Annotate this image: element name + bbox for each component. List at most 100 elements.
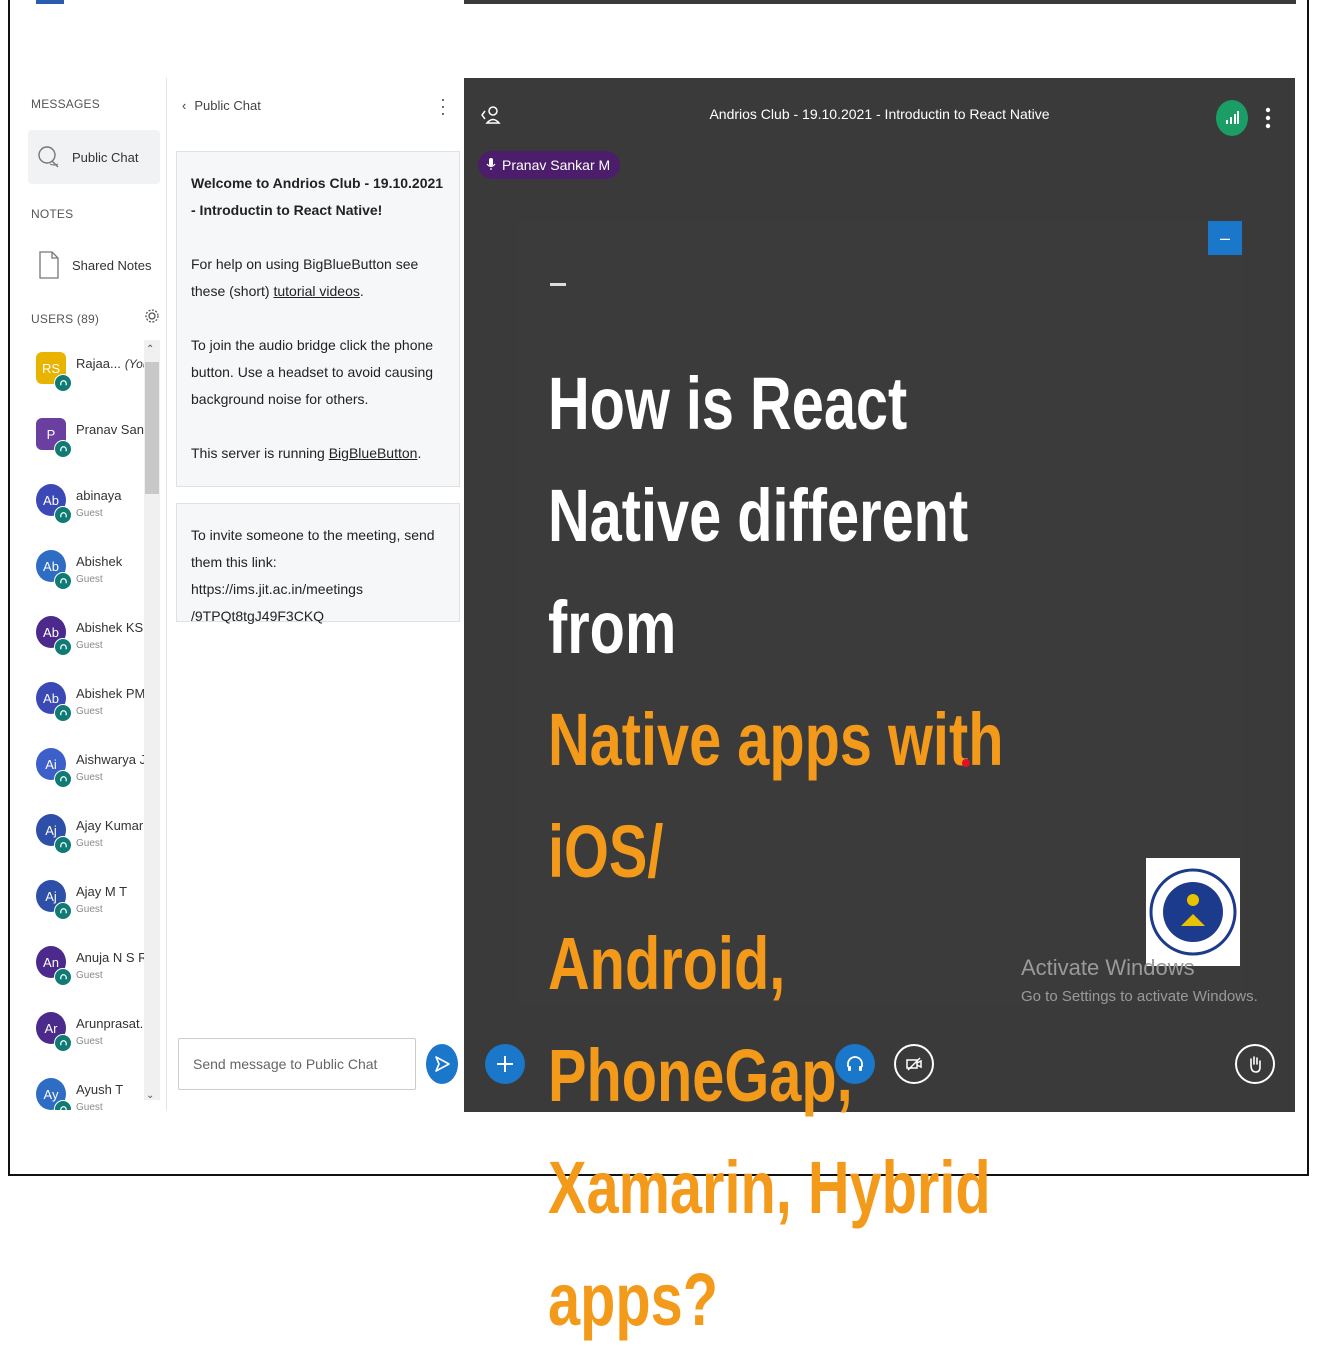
chevron-left-icon[interactable]: ‹	[182, 98, 186, 113]
user-list-item[interactable]: Ay Ayush T Guest	[26, 1066, 144, 1110]
microphone-icon	[486, 157, 496, 174]
user-role: Guest	[76, 838, 103, 849]
headphones-icon	[54, 440, 72, 458]
headphones-icon	[54, 1100, 72, 1110]
talking-indicator[interactable]: Pranav Sankar M	[478, 151, 621, 179]
avatar: Aj	[36, 814, 72, 854]
slide-line-5: Xamarin, Hybrid apps?	[548, 1146, 991, 1341]
headphones-icon	[54, 770, 72, 788]
user-role: Guest	[76, 1102, 103, 1110]
plus-icon	[497, 1056, 513, 1072]
connection-status-icon[interactable]	[1216, 100, 1248, 136]
user-list-sidebar: MESSAGES Public Chat NOTES Shared Notes …	[26, 78, 167, 1110]
headphones-icon	[54, 506, 72, 524]
chat-options-icon[interactable]: · · ·	[440, 90, 446, 122]
avatar: RS	[36, 352, 72, 392]
options-menu-icon[interactable]	[1264, 106, 1272, 135]
user-role: Guest	[76, 640, 103, 651]
avatar: Ab	[36, 550, 72, 590]
public-chat-label: Public Chat	[72, 149, 139, 165]
avatar: Ay	[36, 1078, 72, 1110]
raise-hand-button[interactable]	[1235, 1044, 1275, 1084]
server-text: This server is running BigBlueButton.	[191, 445, 422, 461]
audio-button[interactable]	[835, 1044, 875, 1084]
users-scrollbar-thumb[interactable]	[145, 362, 159, 494]
welcome-message: Welcome to Andrios Club - 19.10.2021 - I…	[176, 151, 460, 487]
user-name: Ajay M T	[76, 884, 128, 899]
headphones-icon	[54, 902, 72, 920]
user-name: Abishek PM	[76, 686, 146, 701]
chat-header[interactable]: ‹ Public Chat	[182, 98, 261, 113]
chat-icon	[36, 144, 62, 170]
talker-name: Pranav Sankar M	[502, 157, 611, 173]
user-name: abinaya	[76, 488, 122, 503]
document-icon	[36, 251, 62, 279]
avatar: Ai	[36, 748, 72, 788]
avatar: P	[36, 418, 72, 458]
user-list-item[interactable]: RS Rajaa... (You)	[26, 340, 154, 400]
institute-logo	[1146, 858, 1240, 966]
slide-line-4: Android, PhoneGap,	[548, 922, 853, 1117]
sidebar-item-shared-notes[interactable]: Shared Notes	[28, 238, 160, 292]
user-name: Abishek	[76, 554, 123, 569]
scroll-up-icon[interactable]: ⌃	[146, 344, 154, 355]
headphones-icon	[847, 1056, 863, 1071]
user-name: Rajaa... (You)	[76, 356, 154, 371]
activate-windows-title: Activate Windows	[1021, 955, 1195, 980]
avatar: Ab	[36, 616, 72, 656]
top-bar-fragment	[464, 0, 1296, 4]
user-list-item[interactable]: Ai Aishwarya J Guest	[26, 736, 146, 796]
video-button[interactable]	[894, 1044, 934, 1084]
headphones-icon	[54, 836, 72, 854]
user-list-item[interactable]: Ab Abishek KS Guest	[26, 604, 144, 664]
audio-text: To join the audio bridge click the phone…	[191, 337, 434, 407]
tutorial-videos-link[interactable]: tutorial videos	[273, 283, 359, 299]
invite-message: To invite someone to the meeting, send t…	[176, 503, 460, 624]
presentation-area: Andrios Club - 19.10.2021 - Introductin …	[464, 78, 1295, 1341]
avatar: Aj	[36, 880, 72, 920]
user-role: Guest	[76, 772, 103, 783]
headphones-icon	[54, 374, 72, 392]
app-logo-fragment	[36, 0, 64, 4]
chat-header-title: Public Chat	[194, 98, 261, 113]
users-section-title: USERS (89)	[31, 312, 100, 326]
scroll-down-icon[interactable]: ⌄	[146, 1090, 154, 1101]
avatar: An	[36, 946, 72, 986]
user-name: Anuja N S R	[76, 950, 148, 965]
sidebar-item-public-chat[interactable]: Public Chat	[28, 130, 160, 184]
headphones-icon	[54, 638, 72, 656]
user-list-item[interactable]: An Anuja N S R Guest	[26, 934, 148, 994]
user-list-item[interactable]: Ab Abishek PM Guest	[26, 670, 146, 730]
bigbluebutton-link[interactable]: BigBlueButton	[329, 445, 418, 461]
meeting-title: Andrios Club - 19.10.2021 - Introductin …	[709, 106, 1050, 122]
welcome-text: Welcome to Andrios Club - 19.10.2021 - I…	[191, 175, 444, 218]
slide-dash-mark	[550, 283, 566, 286]
user-list-item[interactable]: Ab Abishek Guest	[26, 538, 144, 598]
user-role: Guest	[76, 904, 103, 915]
gear-icon[interactable]	[144, 308, 160, 324]
user-list-item[interactable]: Aj Ajay Kumar J Guest	[26, 802, 153, 862]
user-role: Guest	[76, 970, 103, 981]
user-list-item[interactable]: Ab abinaya Guest	[26, 472, 144, 532]
actions-button[interactable]	[485, 1044, 525, 1084]
user-list-item[interactable]: P Pranav San...	[26, 406, 155, 466]
public-chat-panel: ‹ Public Chat · · · Welcome to Andrios Clu…	[166, 78, 463, 1110]
user-list-item[interactable]: Ar Arunprasat... Guest	[26, 1000, 150, 1060]
user-role: Guest	[76, 706, 103, 717]
shared-notes-label: Shared Notes	[72, 257, 152, 273]
minimize-presentation-button[interactable]: –	[1208, 221, 1242, 255]
user-role: Guest	[76, 1036, 103, 1047]
video-off-icon	[906, 1057, 922, 1071]
slide-line-2: from	[548, 586, 677, 669]
user-name: Pranav San...	[76, 422, 155, 437]
presenter-pointer	[962, 759, 970, 767]
send-button[interactable]	[426, 1044, 458, 1084]
headphones-icon	[54, 704, 72, 722]
chat-message-input[interactable]: Send message to Public Chat	[178, 1038, 416, 1090]
user-list-item[interactable]: Aj Ajay M T Guest	[26, 868, 144, 928]
user-role: Guest	[76, 574, 103, 585]
hand-icon	[1250, 1056, 1261, 1073]
send-icon	[435, 1056, 450, 1072]
user-name: Arunprasat...	[76, 1016, 151, 1031]
messages-section-title: MESSAGES	[31, 97, 100, 111]
